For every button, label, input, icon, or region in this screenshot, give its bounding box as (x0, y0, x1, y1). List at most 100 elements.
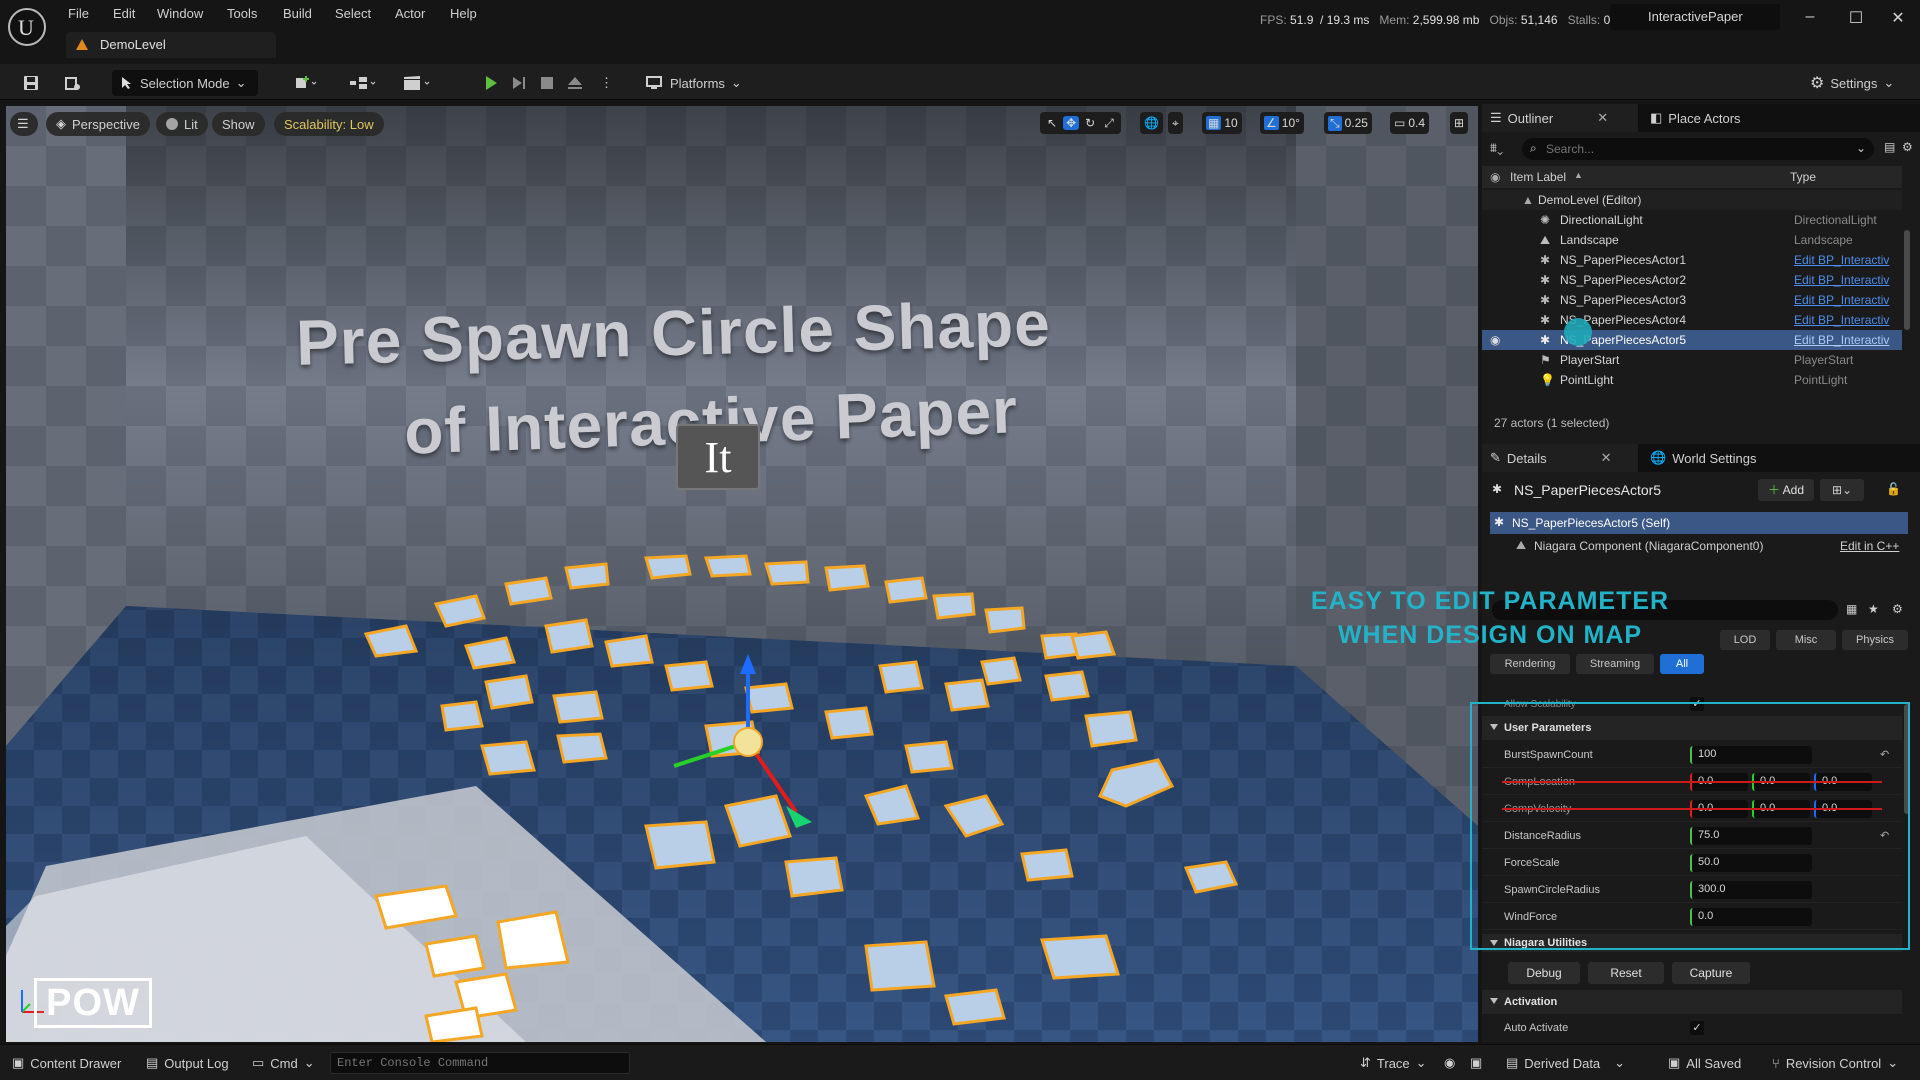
filter-lod[interactable]: LOD (1720, 630, 1770, 650)
eject-icon[interactable] (558, 70, 592, 96)
camera-speed-toggle[interactable]: ▭ 0.4 (1390, 112, 1430, 134)
close-icon[interactable]: ✕ (1597, 110, 1608, 126)
grid-snap-toggle[interactable]: ▦ 10 (1202, 112, 1242, 134)
lit-dropdown[interactable]: Lit (156, 112, 208, 136)
save-icon[interactable] (14, 70, 48, 96)
list-item[interactable]: ✱ NS_PaperPiecesActor4 Edit BP_Interacti… (1482, 310, 1902, 330)
filter-icon[interactable]: ⩩⌄ (1490, 140, 1503, 156)
lock-icon[interactable]: 🔓 (1886, 482, 1901, 496)
screenshot-icon[interactable]: ▣ (1470, 1055, 1482, 1071)
debug-button[interactable]: Debug (1508, 962, 1580, 984)
star-icon[interactable]: ★ (1868, 602, 1879, 616)
filter-all[interactable]: All (1660, 654, 1704, 674)
table-view-icon[interactable]: ▦ (1846, 602, 1857, 616)
item-type-link[interactable]: Edit BP_Interactiv (1794, 253, 1889, 267)
level-viewport[interactable]: Pre Spawn Circle Shape of Interactive Pa… (6, 106, 1478, 1042)
unreal-logo-icon[interactable]: U (8, 8, 46, 46)
content-drawer-button[interactable]: ▣ Content Drawer (12, 1055, 121, 1071)
source-control-icon[interactable] (56, 70, 90, 96)
more-options-icon[interactable]: ⋮ (592, 70, 621, 96)
list-item[interactable]: ✱ NS_PaperPiecesActor1 Edit BP_Interacti… (1482, 250, 1902, 270)
menu-build[interactable]: Build (283, 6, 312, 21)
close-button[interactable]: ✕ (1878, 8, 1918, 32)
translate-icon[interactable]: ✥ (1063, 116, 1080, 130)
menu-tools[interactable]: Tools (227, 6, 257, 21)
scale-snap-toggle[interactable]: ⤡ 0.25 (1324, 112, 1372, 134)
menu-help[interactable]: Help (450, 6, 477, 21)
activation-header[interactable]: Activation (1482, 990, 1902, 1014)
surface-snap-icon[interactable]: ⌖ (1168, 112, 1183, 134)
viewport-layout-icon[interactable]: ⊞ (1450, 112, 1469, 134)
add-folder-icon[interactable]: ▤ (1884, 140, 1895, 154)
visibility-eye-icon[interactable]: ◉ (1490, 333, 1500, 347)
filter-misc[interactable]: Misc (1776, 630, 1836, 650)
list-item[interactable]: ✺ DirectionalLight DirectionalLight (1482, 210, 1902, 230)
tab-place-actors[interactable]: ◧ Place Actors (1642, 104, 1749, 132)
auto-activate-checkbox[interactable]: ✓ (1690, 1021, 1704, 1035)
blueprint-dropdown-icon[interactable]: ⊞⌄ (1820, 479, 1864, 501)
minimize-button[interactable]: – (1790, 8, 1830, 32)
tab-world-settings[interactable]: 🌐 World Settings (1642, 444, 1764, 472)
console-command-input[interactable] (330, 1052, 630, 1074)
blueprint-icon[interactable] (340, 70, 386, 96)
paper-pieces[interactable] (6, 106, 1478, 1042)
level-tab[interactable]: DemoLevel (66, 32, 276, 58)
chevron-down-icon[interactable]: ⌄ (1856, 141, 1866, 155)
gear-icon[interactable]: ⚙ (1902, 140, 1913, 154)
edit-cpp-link[interactable]: Edit in C++ (1840, 539, 1899, 553)
rotation-snap-toggle[interactable]: ∠ 10° (1260, 112, 1304, 134)
capture-button[interactable]: Capture (1672, 962, 1750, 984)
filter-rendering[interactable]: Rendering (1490, 654, 1570, 674)
platforms-dropdown[interactable]: Platforms ⌄ (638, 70, 750, 96)
rotate-icon[interactable]: ↻ (1082, 116, 1098, 130)
show-dropdown[interactable]: Show (212, 112, 265, 136)
world-local-icon[interactable]: 🌐 (1140, 112, 1163, 134)
filter-physics[interactable]: Physics (1842, 630, 1908, 650)
tab-outliner[interactable]: ☰ Outliner ✕ (1482, 104, 1638, 132)
component-self-row[interactable]: ✱ NS_PaperPiecesActor5 (Self) (1490, 512, 1908, 534)
selection-mode-dropdown[interactable]: Selection Mode ⌄ (112, 70, 258, 96)
menu-file[interactable]: File (68, 6, 89, 21)
menu-select[interactable]: Select (335, 6, 371, 21)
all-saved-button[interactable]: ▣ All Saved (1668, 1055, 1741, 1071)
revision-control-dropdown[interactable]: ⑂ Revision Control ⌄ (1772, 1055, 1898, 1071)
item-type-link[interactable]: Edit BP_Interactiv (1794, 333, 1889, 347)
tab-details[interactable]: ✎ Details ✕ (1482, 444, 1638, 472)
outliner-search-input[interactable] (1546, 140, 1846, 158)
list-item[interactable]: ✱ NS_PaperPiecesActor3 Edit BP_Interacti… (1482, 290, 1902, 310)
menu-actor[interactable]: Actor (395, 6, 425, 21)
add-content-icon[interactable] (286, 70, 326, 96)
scalability-badge[interactable]: Scalability: Low (274, 112, 384, 136)
gear-icon[interactable]: ⚙ (1892, 602, 1903, 616)
scale-icon[interactable]: ⤢ (1101, 116, 1117, 131)
menu-edit[interactable]: Edit (113, 6, 135, 21)
viewport-menu-icon[interactable]: ☰ (10, 112, 38, 136)
list-item[interactable]: ⚑ PlayerStart PlayerStart (1482, 350, 1902, 370)
close-icon[interactable]: ✕ (1601, 450, 1612, 466)
item-type-link[interactable]: Edit BP_Interactiv (1794, 273, 1889, 287)
cmd-dropdown[interactable]: ▭ Cmd ⌄ (252, 1055, 315, 1071)
item-type-link[interactable]: Edit BP_Interactiv (1794, 313, 1889, 327)
col-type[interactable]: Type (1790, 170, 1816, 184)
outliner-scrollbar[interactable] (1904, 230, 1910, 330)
list-item-selected[interactable]: ◉ ✱ NS_PaperPiecesActor5 Edit BP_Interac… (1482, 330, 1902, 350)
maximize-button[interactable]: ☐ (1836, 8, 1876, 32)
outliner-root-row[interactable]: ▲ DemoLevel (Editor) (1482, 190, 1902, 210)
perspective-dropdown[interactable]: ◈ Perspective (46, 112, 150, 136)
settings-dropdown[interactable]: ⚙ Settings ⌄ (1802, 70, 1902, 96)
item-type-link[interactable]: Edit BP_Interactiv (1794, 293, 1889, 307)
derived-data-dropdown[interactable]: ▤ Derived Data ⌄ (1506, 1055, 1625, 1071)
reset-button[interactable]: Reset (1588, 962, 1664, 984)
outliner-search-box[interactable]: ⌕ ⌄ (1522, 138, 1874, 160)
menu-window[interactable]: Window (157, 6, 203, 21)
record-icon[interactable]: ◉ (1444, 1055, 1455, 1071)
select-mode-icon[interactable]: ↖ (1044, 116, 1060, 130)
trace-dropdown[interactable]: ⇵ Trace ⌄ (1360, 1055, 1427, 1071)
details-actor-name[interactable]: NS_PaperPiecesActor5 (1514, 482, 1661, 498)
component-niagara-row[interactable]: ⛰ Niagara Component (NiagaraComponent0) … (1490, 536, 1908, 556)
filter-streaming[interactable]: Streaming (1576, 654, 1654, 674)
col-item-label[interactable]: Item Label (1510, 170, 1566, 184)
add-component-button[interactable]: ＋ Add (1758, 479, 1814, 501)
list-item[interactable]: 💡 PointLight PointLight (1482, 370, 1902, 390)
output-log-button[interactable]: ▤ Output Log (146, 1055, 229, 1071)
